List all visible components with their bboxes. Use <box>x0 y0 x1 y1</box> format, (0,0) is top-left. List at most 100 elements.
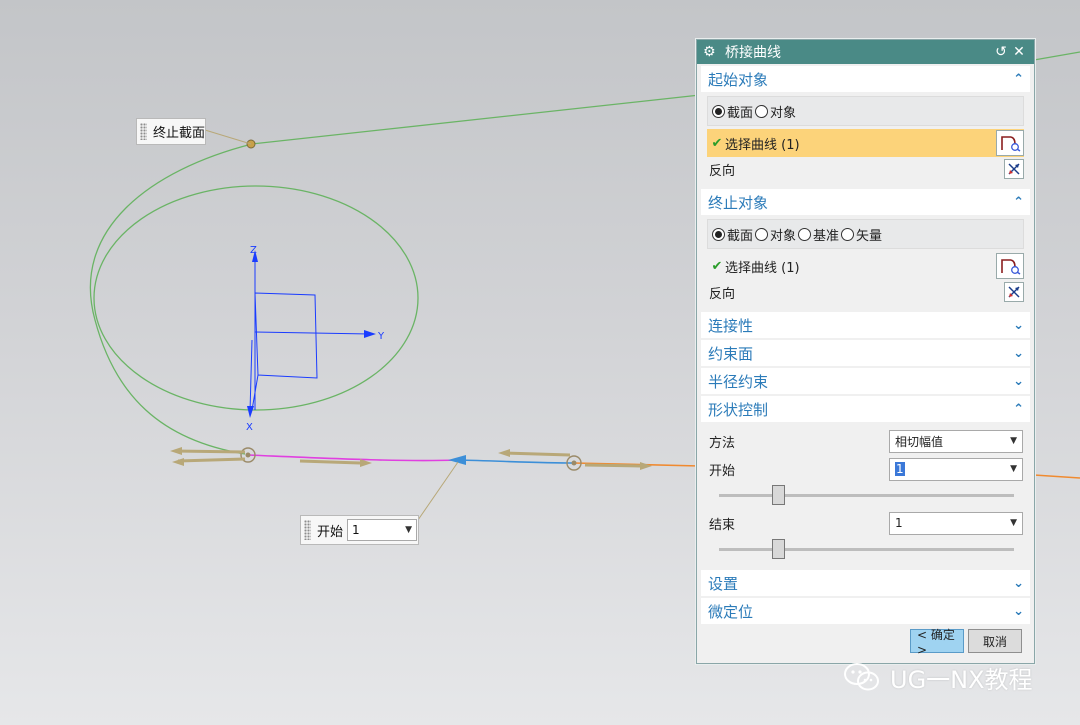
check-icon: ✔ <box>711 258 723 274</box>
section-connectivity-header[interactable]: 连接性 ⌄ <box>701 312 1030 338</box>
select-curve-button[interactable] <box>996 130 1024 156</box>
radio-end-vector[interactable]: 矢量 <box>841 225 882 244</box>
start-callout-leader <box>417 461 459 521</box>
end-value-dropdown[interactable]: 1 ▼ <box>889 511 1023 535</box>
reverse-direction-icon <box>1008 286 1020 298</box>
green-ellipse[interactable] <box>93 185 419 411</box>
drag-grip-icon[interactable] <box>140 122 147 141</box>
end-value: 1 <box>895 516 903 530</box>
section-connectivity-title: 连接性 <box>708 316 754 335</box>
start-reverse-button[interactable] <box>1004 159 1024 179</box>
start-value-callout[interactable]: 开始 1 ▼ <box>300 515 419 545</box>
radio-end-datum[interactable]: 基准 <box>798 225 839 244</box>
end-slider[interactable] <box>719 536 1014 562</box>
section-shape-control: 形状控制 ⌃ 方法 相切幅值 ▼ 开始 1 ▼ 结束 1 ▼ <box>701 396 1030 568</box>
section-fine-position-header[interactable]: 微定位 ⌄ <box>701 598 1030 624</box>
section-settings: 设置 ⌄ <box>701 570 1030 596</box>
radio-dot[interactable] <box>841 227 855 241</box>
start-value-combo[interactable]: 1 ▼ <box>347 519 418 541</box>
wechat-logo-icon <box>844 663 879 691</box>
section-constraint-face: 约束面 ⌄ <box>701 340 1030 366</box>
section-connectivity: 连接性 ⌄ <box>701 312 1030 338</box>
slider-track[interactable] <box>719 494 1014 497</box>
chevron-up-icon[interactable]: ⌃ <box>1013 195 1024 210</box>
method-value: 相切幅值 <box>895 434 944 449</box>
green-loop-curve[interactable] <box>89 143 253 455</box>
bridge-curve-magenta[interactable] <box>247 454 459 462</box>
gear-icon[interactable]: ⚙ <box>703 44 721 60</box>
end-reverse-label: 反向 <box>709 286 736 302</box>
radio-dot[interactable] <box>798 227 812 241</box>
start-value[interactable]: 1 <box>895 462 905 476</box>
reverse-direction-icon <box>1008 163 1020 175</box>
slider-thumb[interactable] <box>772 485 785 505</box>
start-label: 开始 <box>709 463 736 479</box>
end-tangent-handle[interactable] <box>498 449 652 471</box>
end-reverse-button[interactable] <box>1004 282 1024 302</box>
bridge-curve-blue[interactable] <box>457 459 575 464</box>
dialog-titlebar[interactable]: ⚙ 桥接曲线 ↺ ✕ <box>697 40 1034 64</box>
reset-icon[interactable]: ↺ <box>992 44 1010 60</box>
ok-button[interactable]: < 确定 > <box>910 628 964 657</box>
radio-start-section-label: 截面 <box>727 105 754 121</box>
radio-dot-selected[interactable] <box>712 227 725 241</box>
radio-end-object[interactable]: 对象 <box>755 225 796 244</box>
section-constraint-face-header[interactable]: 约束面 ⌄ <box>701 340 1030 366</box>
section-shape-control-header[interactable]: 形状控制 ⌃ <box>701 396 1030 422</box>
green-line-curve-right[interactable] <box>1033 51 1080 61</box>
section-end-object-title: 终止对象 <box>708 193 769 212</box>
end-callout-leader <box>204 129 252 145</box>
radio-end-section[interactable]: 截面 <box>712 225 753 244</box>
section-start-object-header[interactable]: 起始对象 ⌃ <box>701 66 1030 92</box>
select-curve-button[interactable] <box>996 253 1024 279</box>
drag-grip-icon[interactable] <box>304 520 311 540</box>
close-icon[interactable]: ✕ <box>1010 44 1028 60</box>
axis-y-label: Y <box>377 331 385 342</box>
section-fine-position: 微定位 ⌄ <box>701 598 1030 624</box>
radio-dot-selected[interactable] <box>712 104 725 118</box>
chevron-up-icon[interactable]: ⌃ <box>1013 72 1024 87</box>
section-constraint-face-title: 约束面 <box>708 344 754 363</box>
radio-start-section[interactable]: 截面 <box>712 102 753 121</box>
section-settings-header[interactable]: 设置 ⌄ <box>701 570 1030 596</box>
start-value-combo-text: 1 <box>352 523 360 537</box>
chevron-down-icon[interactable]: ⌄ <box>1013 604 1024 619</box>
watermark: UG一NX教程 <box>842 660 1033 694</box>
start-select-curve-row[interactable]: ✔ 选择曲线 (1) <box>707 129 1024 157</box>
chevron-up-icon[interactable]: ⌃ <box>1013 402 1024 417</box>
end-select-curve-row[interactable]: ✔ 选择曲线 (1) <box>707 252 1024 280</box>
chevron-down-icon[interactable]: ⌄ <box>1013 374 1024 389</box>
chevron-down-icon[interactable]: ⌄ <box>1013 346 1024 361</box>
dialog-button-row: < 确定 > 取消 <box>910 628 1022 657</box>
section-radius-constraint: 半径约束 ⌄ <box>701 368 1030 394</box>
start-value-dropdown[interactable]: 1 ▼ <box>889 457 1023 481</box>
start-reverse-label: 反向 <box>709 163 736 179</box>
axis-x-label: X <box>246 422 253 433</box>
start-tangent-handle[interactable] <box>170 447 372 467</box>
end-section-callout[interactable]: 终止截面 <box>136 118 206 145</box>
chevron-down-icon[interactable]: ⌄ <box>1013 576 1024 591</box>
method-dropdown[interactable]: 相切幅值 ▼ <box>889 429 1023 453</box>
method-label: 方法 <box>709 435 736 451</box>
section-start-object-title: 起始对象 <box>708 70 769 89</box>
slider-track[interactable] <box>719 548 1014 551</box>
section-end-object: 终止对象 ⌃ 截面 对象 基准 矢量 ✔ 选择曲线 (1) 反向 <box>701 189 1030 310</box>
radio-end-vector-label: 矢量 <box>856 228 883 244</box>
section-settings-title: 设置 <box>708 574 739 593</box>
section-radius-constraint-header[interactable]: 半径约束 ⌄ <box>701 368 1030 394</box>
start-reverse-row: 反向 <box>707 157 1024 181</box>
radio-start-object[interactable]: 对象 <box>755 102 796 121</box>
section-end-object-header[interactable]: 终止对象 ⌃ <box>701 189 1030 215</box>
method-row: 方法 相切幅值 ▼ <box>707 428 1024 454</box>
cancel-button[interactable]: 取消 <box>968 629 1022 653</box>
curve-select-icon <box>1001 259 1021 275</box>
end-reverse-row: 反向 <box>707 280 1024 304</box>
start-slider[interactable] <box>719 482 1014 508</box>
slider-thumb[interactable] <box>772 539 785 559</box>
dropdown-arrow-icon: ▼ <box>1010 464 1017 474</box>
radio-dot[interactable] <box>755 227 769 241</box>
chevron-down-icon[interactable]: ⌄ <box>1013 318 1024 333</box>
green-line-curve[interactable] <box>251 94 701 145</box>
section-shape-control-title: 形状控制 <box>708 400 769 419</box>
radio-dot[interactable] <box>755 104 769 118</box>
